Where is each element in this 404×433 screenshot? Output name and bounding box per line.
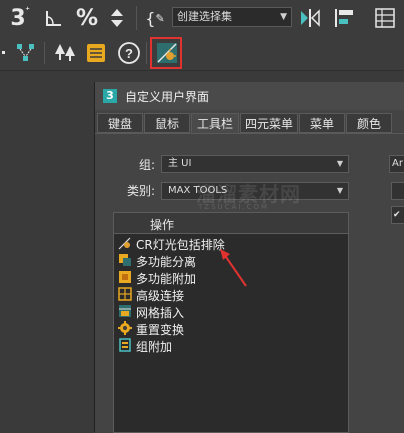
edit-named-selection-button[interactable]: {✎: [142, 5, 168, 31]
action-list[interactable]: 操作 CR灯光包括排除 多功能分离 多功能附加 高级连接 网格插入 重置变换 组…: [113, 212, 349, 433]
tab-keyboard[interactable]: 键盘: [97, 113, 143, 133]
attach-icon: [119, 271, 131, 283]
action-label: 重置变换: [136, 323, 185, 337]
schematic-view-icon: [17, 44, 34, 61]
grip-icon: [2, 51, 5, 54]
right-partial-text: Ar: [392, 158, 403, 169]
toolbar-divider: [136, 6, 137, 30]
checkbox-check-icon[interactable]: ✔: [393, 210, 401, 220]
tab-mouse[interactable]: 鼠标: [144, 113, 190, 133]
chevron-down-icon: ▼: [336, 159, 343, 168]
group-attach-icon: [119, 338, 131, 352]
selection-set-combo[interactable]: 创建选择集 ▼: [172, 7, 292, 27]
dialog-title: 自定义用户界面: [125, 90, 210, 104]
snap-toggle-button[interactable]: 3 ⁺: [6, 4, 30, 32]
svg-text:?: ?: [125, 46, 133, 61]
pencil-icon: ✎: [155, 11, 165, 25]
highlight-box: [150, 37, 182, 69]
action-label: 高级连接: [136, 289, 185, 303]
list-panel-icon: [87, 44, 105, 62]
material-editor-button[interactable]: [84, 41, 108, 65]
chevron-down-icon: ▼: [280, 12, 287, 22]
split-icon: [119, 254, 131, 266]
snap-angle-label: 3: [10, 5, 26, 31]
grid-icon: [375, 8, 395, 28]
selection-set-value: 创建选择集: [177, 10, 232, 23]
snap-small-icon: ⁺: [25, 6, 30, 16]
watermark-sub: TZSUCAI.COM: [198, 203, 270, 211]
right-dropdown-partial[interactable]: Ar: [389, 155, 404, 173]
group-value: 主 UI: [168, 158, 192, 169]
category-label: 类别:: [127, 184, 156, 198]
tab-colors[interactable]: 颜色: [346, 113, 392, 133]
angle-snap-button[interactable]: [42, 6, 66, 30]
toolbar-divider-2: [44, 42, 45, 64]
percent-snap-button[interactable]: %: [74, 4, 100, 32]
percent-label: %: [75, 5, 99, 31]
main-toolbar-top: 3 ⁺ % {✎ 创建选择集 ▼: [0, 0, 404, 36]
layer-explorer-button[interactable]: [372, 6, 398, 30]
scene-explorer-button[interactable]: [52, 41, 78, 65]
group-label: 组:: [139, 158, 156, 172]
tab-toolbars[interactable]: 工具栏: [191, 113, 239, 133]
chevron-down-icon: ▼: [336, 186, 343, 195]
light-exclude-icon: [118, 237, 131, 250]
mirror-button[interactable]: [298, 6, 322, 30]
action-label: 多功能分离: [136, 255, 197, 269]
schematic-view-button[interactable]: [14, 41, 38, 65]
tab-menus[interactable]: 菜单: [299, 113, 345, 133]
mirror-icon: [301, 9, 320, 27]
annotation-arrow-icon: [220, 249, 247, 287]
action-list-header[interactable]: 操作: [114, 213, 348, 234]
action-label: 多功能附加: [136, 272, 197, 286]
main-toolbar-bottom: ?: [0, 36, 404, 71]
spinner-snap-icon: [111, 9, 123, 27]
angle-snap-icon: [46, 11, 61, 26]
spinner-snap-button[interactable]: [106, 6, 128, 30]
action-list-header-label: 操作: [150, 218, 175, 232]
dialog-titlebar[interactable]: 3 自定义用户界面: [95, 82, 404, 110]
align-button[interactable]: [332, 6, 358, 30]
trees-icon: [55, 44, 75, 61]
named-selection-icon: {: [145, 8, 156, 28]
tab-quad-menus[interactable]: 四元菜单: [240, 113, 298, 133]
action-item-group-attach[interactable]: 组附加: [116, 337, 346, 354]
help-button[interactable]: ?: [116, 41, 142, 65]
app-logo-icon: 3: [103, 89, 117, 103]
help-icon: ?: [118, 42, 140, 64]
right-field-partial[interactable]: [391, 182, 404, 200]
action-item-reset-transform[interactable]: 重置变换: [116, 320, 346, 337]
toolbar-divider-3: [146, 42, 147, 64]
reset-transform-icon: [118, 321, 132, 335]
action-label: 组附加: [136, 340, 173, 354]
mesh-insert-icon: [119, 305, 131, 317]
group-dropdown[interactable]: 主 UI ▼: [161, 155, 349, 173]
action-label: CR灯光包括排除: [136, 238, 225, 252]
action-item-mesh-insert[interactable]: 网格插入: [116, 303, 346, 320]
action-label: 网格插入: [136, 306, 185, 320]
advanced-connect-icon: [118, 287, 132, 301]
grip-button[interactable]: [0, 42, 10, 64]
align-icon: [335, 9, 353, 27]
dialog-tabs: 键盘 鼠标 工具栏 四元菜单 菜单 颜色: [95, 113, 404, 133]
